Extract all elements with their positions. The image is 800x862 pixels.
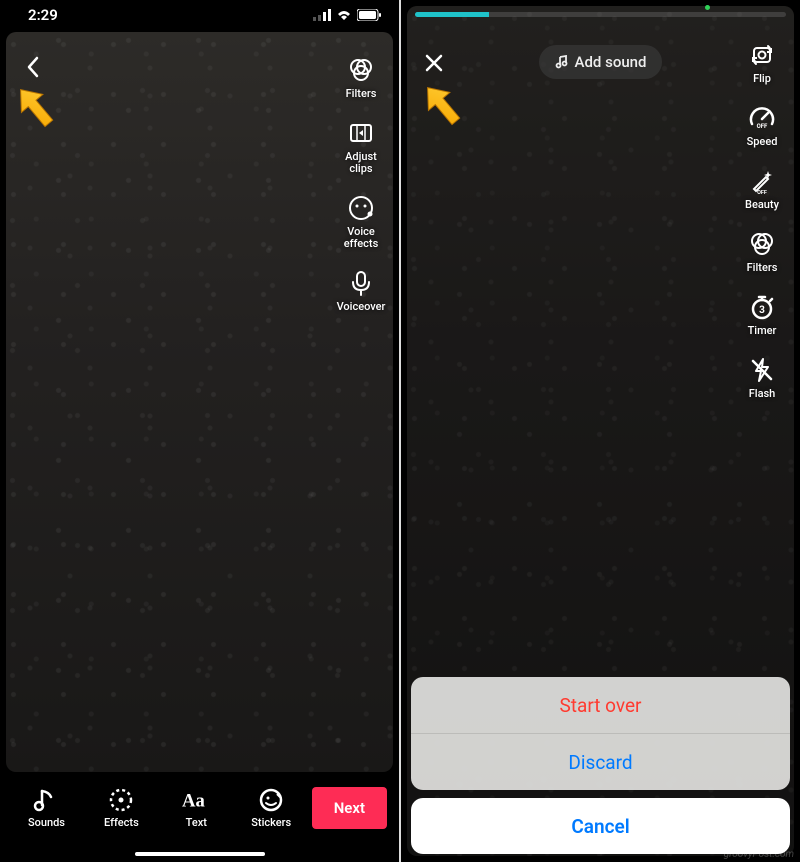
beauty-button[interactable]: OFF Beauty [734, 166, 790, 211]
battery-icon [357, 9, 381, 21]
voice-effects-icon [346, 193, 376, 223]
next-button[interactable]: Next [312, 787, 387, 829]
recording-progress [415, 12, 786, 17]
flash-button[interactable]: Flash [734, 355, 790, 400]
start-over-button[interactable]: Start over [411, 677, 790, 733]
adjust-clips-label: Adjust clips [333, 151, 389, 175]
right-toolbar: Filters Adjust clips Voice effects Voice… [333, 55, 389, 314]
next-label: Next [334, 799, 365, 817]
filters-label: Filters [346, 88, 377, 100]
timer-button[interactable]: 3 Timer [734, 292, 790, 337]
flash-icon [747, 355, 777, 385]
speed-button[interactable]: OFF Speed [734, 103, 790, 148]
svg-text:OFF: OFF [757, 190, 767, 195]
filters-icon [346, 55, 376, 85]
voice-effects-button[interactable]: Voice effects [333, 193, 389, 250]
effects-label: Effects [104, 817, 139, 829]
filters-button[interactable]: Filters [333, 55, 389, 100]
speed-icon: OFF [747, 103, 777, 133]
voiceover-label: Voiceover [337, 301, 386, 313]
text-label: Text [186, 817, 207, 829]
status-time: 2:29 [28, 6, 58, 24]
stickers-icon [257, 786, 285, 814]
chevron-left-icon [25, 55, 41, 79]
stickers-button[interactable]: Stickers [237, 786, 306, 829]
sounds-button[interactable]: Sounds [12, 786, 81, 829]
recording-progress-fill [415, 12, 489, 17]
sounds-label: Sounds [28, 817, 65, 829]
voice-effects-label: Voice effects [344, 226, 379, 250]
timer-label: Timer [748, 325, 777, 337]
status-icons [313, 9, 381, 21]
sounds-icon [32, 786, 60, 814]
voiceover-icon [346, 268, 376, 298]
timer-icon: 3 [747, 292, 777, 322]
close-icon [424, 53, 444, 73]
flip-icon [747, 40, 777, 70]
left-phone-screen: 2:29 Filters Adjust clips Voice ef [0, 0, 399, 862]
cancel-button[interactable]: Cancel [411, 798, 790, 854]
adjust-clips-button[interactable]: Adjust clips [333, 118, 389, 175]
svg-text:Aa: Aa [182, 791, 205, 812]
home-indicator[interactable] [135, 852, 265, 856]
signal-icon [313, 9, 331, 21]
speed-label: Speed [747, 136, 778, 148]
action-sheet-options: Start over Discard [411, 677, 790, 790]
beauty-icon: OFF [747, 166, 777, 196]
svg-text:3: 3 [759, 305, 765, 316]
flash-label: Flash [749, 388, 776, 400]
stickers-label: Stickers [251, 817, 291, 829]
filters-button[interactable]: Filters [734, 229, 790, 274]
watermark: groovyPost.com [724, 849, 794, 860]
filters-label: Filters [747, 262, 778, 274]
add-sound-button[interactable]: Add sound [539, 45, 663, 79]
camera-active-dot-icon [705, 5, 710, 10]
effects-icon [107, 786, 135, 814]
flip-button[interactable]: Flip [734, 40, 790, 85]
start-over-label: Start over [560, 694, 642, 717]
close-button[interactable] [419, 48, 449, 78]
status-bar: 2:29 [0, 0, 399, 30]
wifi-icon [336, 9, 352, 21]
discard-action-sheet: Start over Discard Cancel [411, 677, 790, 854]
flip-label: Flip [753, 73, 771, 85]
beauty-label: Beauty [745, 199, 779, 211]
discard-button[interactable]: Discard [411, 734, 790, 790]
adjust-clips-icon [346, 118, 376, 148]
filters-icon [747, 229, 777, 259]
bottom-toolbar: Sounds Effects Aa Text Stickers Next [0, 772, 399, 862]
voiceover-button[interactable]: Voiceover [333, 268, 389, 313]
back-button[interactable] [18, 52, 48, 82]
cancel-label: Cancel [571, 815, 629, 838]
music-note-icon [555, 55, 569, 69]
effects-button[interactable]: Effects [87, 786, 156, 829]
text-icon: Aa [182, 786, 210, 814]
right-phone-screen: Add sound Flip OFF Speed OFF Beauty Filt… [401, 0, 800, 862]
text-button[interactable]: Aa Text [162, 786, 231, 829]
discard-label: Discard [568, 751, 632, 774]
right-toolbar: Flip OFF Speed OFF Beauty Filters 3 Time… [734, 40, 790, 401]
add-sound-label: Add sound [575, 53, 647, 71]
svg-text:OFF: OFF [757, 123, 768, 130]
